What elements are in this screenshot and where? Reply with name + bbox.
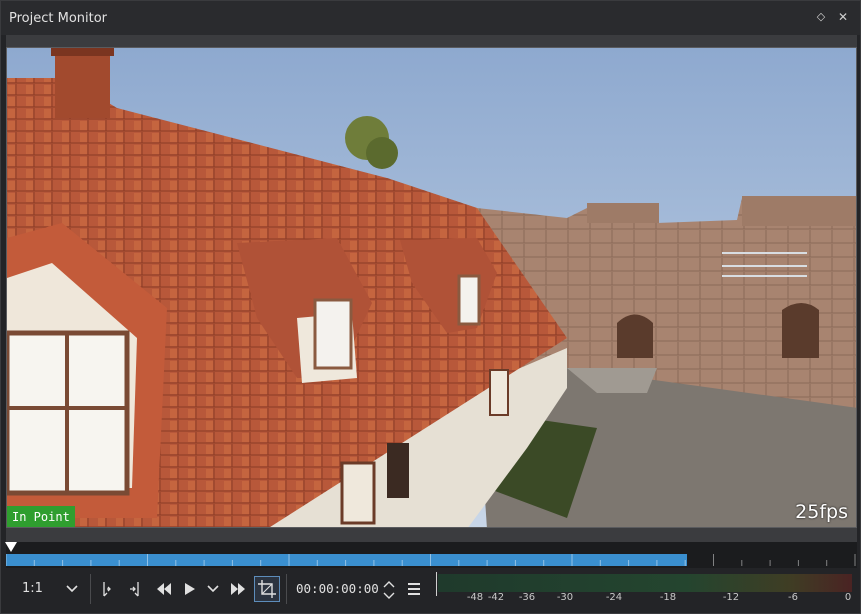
separator xyxy=(90,574,91,604)
separator xyxy=(286,574,287,604)
meter-label: 0 xyxy=(844,592,852,603)
in-point-marker: In Point xyxy=(7,506,75,527)
play-icon[interactable] xyxy=(182,576,198,602)
monitor-bottom-strip xyxy=(6,528,857,542)
project-monitor-window: Project Monitor ◇ ✕ In Point 25fps 1:1 0… xyxy=(0,0,861,614)
video-frame-image xyxy=(7,48,856,527)
zoom-selector[interactable]: 1:1 xyxy=(22,576,52,602)
rewind-icon[interactable] xyxy=(154,576,174,602)
meter-label: -12 xyxy=(722,592,740,603)
fast-forward-icon[interactable] xyxy=(228,576,248,602)
set-in-icon[interactable] xyxy=(98,576,116,602)
meter-label: -6 xyxy=(788,592,798,603)
meter-label: -18 xyxy=(659,592,677,603)
meter-label: -48 xyxy=(466,592,484,603)
crop-icon[interactable] xyxy=(254,576,280,602)
fps-label: 25fps xyxy=(795,501,848,523)
meter-bar xyxy=(438,574,852,592)
monitor-top-strip xyxy=(6,35,857,47)
timecode-field[interactable]: 00:00:00:00 xyxy=(296,576,380,602)
spin-icon[interactable] xyxy=(382,576,396,602)
timeline-ruler[interactable] xyxy=(5,542,857,568)
ruler-ticks xyxy=(6,554,856,566)
meter-label: -36 xyxy=(518,592,536,603)
chevron-down-icon[interactable] xyxy=(64,576,80,602)
meter-label: -42 xyxy=(487,592,505,603)
monitor-toolbar: 1:1 00:00:00:00 -48 -42 -36 -30 -24 -18 … xyxy=(6,568,857,610)
close-icon[interactable]: ✕ xyxy=(835,9,851,25)
window-title: Project Monitor xyxy=(9,11,108,26)
meter-label: -24 xyxy=(605,592,623,603)
menu-icon[interactable] xyxy=(404,576,424,602)
diamond-icon[interactable]: ◇ xyxy=(813,9,829,25)
meter-label: -30 xyxy=(556,592,574,603)
set-out-icon[interactable] xyxy=(126,576,144,602)
audio-level-meter: -48 -42 -36 -30 -24 -18 -12 -6 0 xyxy=(434,572,854,606)
playhead[interactable] xyxy=(5,542,17,552)
meter-cursor xyxy=(436,572,437,596)
titlebar: Project Monitor ◇ ✕ xyxy=(1,1,860,35)
play-options-icon[interactable] xyxy=(206,576,220,602)
video-preview[interactable]: In Point 25fps xyxy=(6,47,857,528)
